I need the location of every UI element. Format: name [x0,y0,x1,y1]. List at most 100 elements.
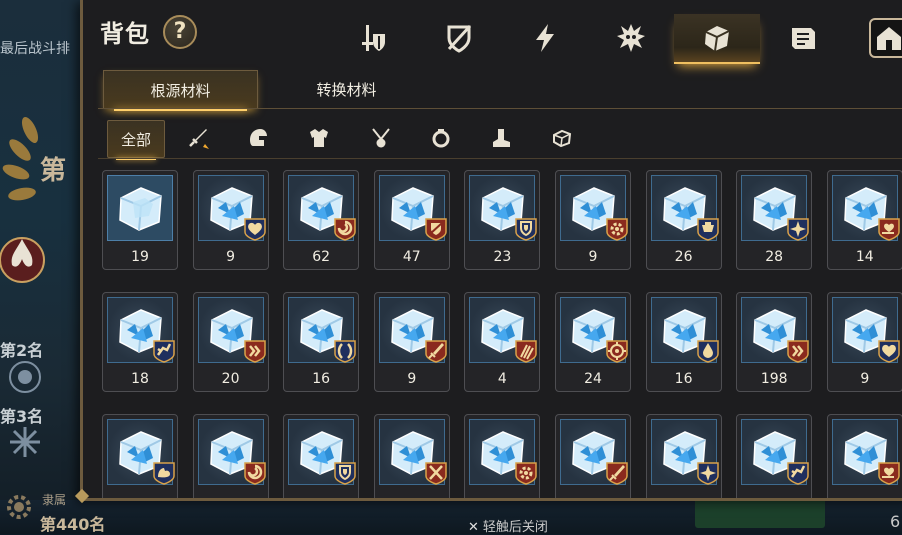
subtab-convert-materials[interactable]: 转换材料 [270,70,423,108]
right-number: 6 [890,512,901,531]
filter-ring[interactable] [429,120,453,156]
spiky-creature-icon [617,24,645,52]
inventory-slot[interactable]: 9 [555,170,631,270]
helmet-filter-icon [250,129,267,146]
tab-guild[interactable] [846,14,902,62]
tab-disassemble[interactable] [416,14,502,62]
self-name: 隶属 [42,493,67,507]
item-grid: 19 9 62 47 23 9 26 28 14 18 20 16 9 4 24 16 198 9 [98,164,902,498]
inventory-slot[interactable] [373,414,450,498]
filter-necklace[interactable] [369,120,393,156]
background-title: 最后战斗排 [0,41,70,57]
inventory-slot[interactable] [102,414,178,498]
inventory-slot[interactable] [826,414,902,498]
inventory-slot[interactable]: 20 [192,292,269,392]
gear-icon [606,218,628,241]
panel-corner-ornament [74,488,90,504]
tab-monster[interactable] [588,14,674,62]
necklace-filter-icon [372,128,390,148]
target-icon [606,340,628,363]
tab-equipment[interactable] [330,14,416,62]
item-count: 23 [493,249,512,265]
item-count: 47 [402,249,421,265]
item-count: 20 [221,371,240,387]
filter-helmet[interactable] [246,120,270,156]
inventory-slot[interactable]: 198 [736,292,813,392]
sword-shield-icon [362,25,385,51]
rose-emblem-icon [9,361,41,393]
inventory-slot[interactable] [555,414,631,498]
shield-slash-icon [425,218,447,241]
muscle-icon [153,462,175,485]
inventory-slot[interactable] [192,414,269,498]
inventory-slot[interactable]: 18 [102,292,178,392]
inventory-slot[interactable]: 9 [373,292,450,392]
ship-icon [696,218,719,241]
item-count: 18 [131,371,149,387]
double-chevron-icon [787,340,809,363]
star-icon [787,218,809,241]
heart-icon [878,340,900,363]
sword-strike-icon [606,462,628,485]
inventory-slot[interactable]: 47 [373,170,450,270]
item-count: 9 [407,371,417,387]
inventory-slot[interactable] [283,414,360,498]
close-hint-text: 轻触后关闭 [482,520,548,535]
subtab-origin-materials[interactable]: 根源材料 [103,70,258,111]
divider [98,158,902,159]
tab-consumables[interactable] [760,14,846,62]
item-count: 24 [584,371,602,387]
inventory-slot[interactable]: 9 [826,292,902,392]
filter-boots[interactable] [489,120,513,156]
item-count: 9 [226,249,236,265]
filter-armor[interactable] [307,120,331,156]
item-count: 16 [312,371,331,387]
double-chevron-icon [243,340,266,363]
filter-all[interactable]: 全部 [107,120,165,160]
ice-crystal-icon [119,187,162,231]
gear-icon [515,462,538,485]
filter-material[interactable] [550,120,574,156]
close-hint[interactable]: ✕ 轻触后关闭 [468,516,548,535]
material-filter-icon [553,129,572,148]
item-frame [107,175,173,241]
item-count: 9 [860,371,870,387]
tab-skills[interactable] [502,14,588,62]
house-icon [869,18,902,58]
shield-icon [334,462,356,485]
inventory-slot[interactable] [645,414,722,498]
inventory-slot[interactable]: 16 [645,292,722,392]
item-count: 16 [674,371,693,387]
inventory-slot[interactable]: 26 [645,170,722,270]
inventory-slot[interactable]: 62 [283,170,360,270]
inventory-slot[interactable]: 4 [464,292,541,392]
inventory-slot[interactable]: 14 [826,170,902,270]
inventory-slot[interactable]: 28 [736,170,813,270]
snowflake-emblem-icon [10,427,40,457]
heart-hand-icon [878,218,900,241]
sprint-icon [153,340,175,363]
inventory-slot[interactable]: 24 [555,292,631,392]
heart-icon [243,218,266,241]
inventory-slot[interactable] [464,414,541,498]
parry-icon [334,340,356,363]
item-count: 14 [855,249,874,265]
background-button [695,498,825,528]
claw-icon [515,340,538,363]
inventory-slot[interactable]: 16 [283,292,360,392]
swirl-icon [243,462,266,485]
filter-weapon[interactable] [184,120,212,156]
item-count: 198 [760,371,788,387]
close-icon: ✕ [468,520,479,535]
inventory-slot[interactable] [736,414,813,498]
fleur-crest-icon [0,237,45,283]
tab-materials[interactable] [674,14,760,64]
help-button[interactable]: ? [163,15,197,49]
crossed-swords-icon [425,462,447,485]
heart-hand-icon [878,462,900,485]
inventory-slot[interactable]: 9 [192,170,269,270]
guild-gear-icon [7,495,31,519]
inventory-slot[interactable]: 23 [464,170,541,270]
inventory-slot[interactable]: 19 [102,170,178,270]
self-rank: 第440名 [40,515,106,534]
